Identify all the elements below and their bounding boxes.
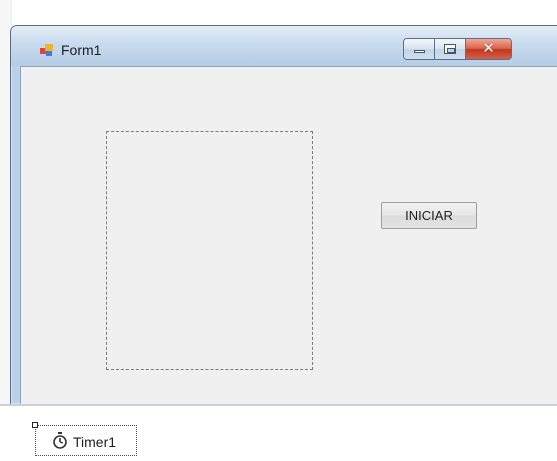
window-title: Form1 — [61, 42, 102, 58]
timer-component[interactable]: Timer1 — [32, 422, 137, 456]
close-button[interactable]: ✕ — [466, 39, 511, 59]
minimize-icon — [414, 50, 425, 53]
form-client-area[interactable]: INICIAR — [20, 66, 557, 404]
winforms-form-icon — [40, 44, 53, 56]
title-bar[interactable]: Form1 ✕ — [11, 26, 557, 66]
close-icon: ✕ — [482, 40, 495, 57]
designer-surface: Form1 ✕ INICIAR — [0, 0, 557, 404]
picture-box[interactable] — [106, 131, 313, 370]
minimize-button[interactable] — [404, 39, 435, 59]
selection-handle[interactable] — [32, 422, 38, 428]
timer-label: Timer1 — [73, 434, 117, 450]
caption-buttons: ✕ — [403, 38, 512, 60]
iniciar-button[interactable]: INICIAR — [381, 202, 477, 229]
maximize-button[interactable] — [435, 39, 466, 59]
form-window[interactable]: Form1 ✕ INICIAR — [10, 25, 557, 404]
maximize-icon — [444, 44, 456, 54]
stopwatch-icon — [53, 432, 67, 449]
component-tray: Timer1 — [0, 404, 557, 461]
